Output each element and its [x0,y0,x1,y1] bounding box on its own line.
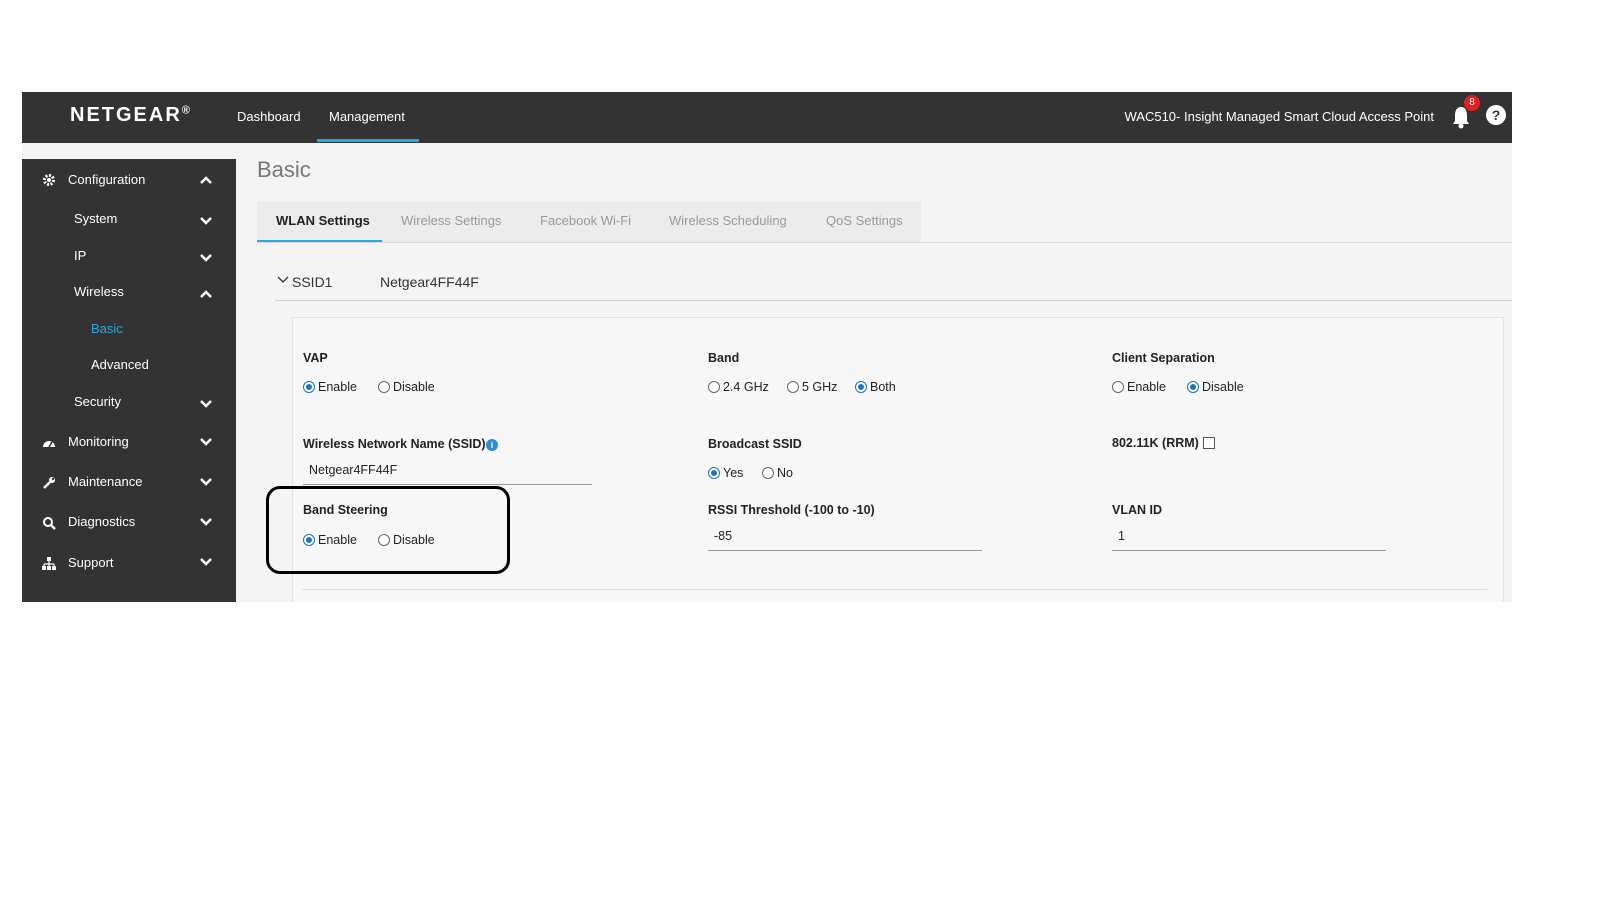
chevron-down-icon[interactable] [277,275,289,285]
dashboard-gauge-icon [43,441,55,448]
device-title: WAC510- Insight Managed Smart Cloud Acce… [1124,109,1435,124]
ssid-input[interactable]: Netgear4FF44F [303,463,592,485]
sidebar-item-advanced[interactable]: Advanced [91,357,149,372]
chevron-down-icon[interactable] [200,400,212,408]
band-steering-highlight-box [266,486,510,574]
app-frame: NETGEAR® Dashboard Management WAC510- In… [22,92,1512,602]
band-both-radio[interactable]: Both [855,380,896,394]
notification-badge: 8 [1464,95,1480,111]
sidebar-item-monitoring[interactable]: Monitoring [68,434,129,449]
nav-active-indicator [317,139,419,142]
tab-bar: WLAN Settings Wireless Settings Facebook… [257,201,921,243]
vlan-id-input[interactable]: 1 [1112,529,1386,551]
divider [275,300,1512,301]
sidebar-item-basic[interactable]: Basic [91,321,123,336]
broadcast-ssid-label: Broadcast SSID [708,437,802,451]
chevron-down-icon[interactable] [200,478,212,486]
sidebar-item-maintenance[interactable]: Maintenance [68,474,142,489]
client-separation-disable-radio[interactable]: Disable [1187,380,1244,394]
chevron-up-icon[interactable] [200,176,212,184]
sidebar-item-configuration[interactable]: Configuration [68,172,145,187]
sidebar-item-system[interactable]: System [74,211,117,226]
help-icon[interactable]: ? [1486,105,1506,125]
wrench-icon [43,477,55,489]
band-5ghz-radio[interactable]: 5 GHz [787,380,837,394]
netgear-logo[interactable]: NETGEAR® [70,104,190,127]
chevron-down-icon[interactable] [200,254,212,262]
rrm-label: 802.11K (RRM) [1112,436,1199,450]
sitemap-icon [42,557,56,570]
chevron-down-icon[interactable] [200,438,212,446]
nav-management[interactable]: Management [329,109,405,124]
band-24ghz-radio[interactable]: 2.4 GHz [708,380,769,394]
sidebar: Configuration System IP Wireless Basic A… [22,159,236,602]
tab-facebook-wifi[interactable]: Facebook Wi-Fi [540,213,631,228]
rssi-threshold-input[interactable]: -85 [708,529,982,551]
nav-dashboard[interactable]: Dashboard [237,109,301,124]
tab-wlan-settings[interactable]: WLAN Settings [276,213,370,228]
band-label: Band [708,351,740,365]
client-separation-label: Client Separation [1112,351,1215,365]
search-icon [43,517,56,530]
page-title: Basic [257,157,311,182]
rssi-threshold-label: RSSI Threshold (-100 to -10) [708,503,875,517]
ssid-section-label[interactable]: SSID1 [292,274,332,290]
chevron-up-icon[interactable] [200,290,212,298]
sidebar-item-security[interactable]: Security [74,394,121,409]
sidebar-item-wireless[interactable]: Wireless [74,284,124,299]
chevron-down-icon[interactable] [200,217,212,225]
tab-wireless-scheduling[interactable]: Wireless Scheduling [669,213,787,228]
vap-enable-radio[interactable]: Enable [303,380,357,394]
broadcast-no-radio[interactable]: No [762,466,793,480]
rrm-checkbox[interactable] [1203,437,1215,449]
broadcast-yes-radio[interactable]: Yes [708,466,743,480]
tab-wireless-settings[interactable]: Wireless Settings [401,213,501,228]
client-separation-enable-radio[interactable]: Enable [1112,380,1166,394]
chevron-down-icon[interactable] [200,558,212,566]
ssid-section-name: Netgear4FF44F [380,274,479,290]
info-icon[interactable]: i [486,439,498,451]
sidebar-item-diagnostics[interactable]: Diagnostics [68,514,135,529]
sidebar-item-support[interactable]: Support [68,555,114,570]
ssid-field-label: Wireless Network Name (SSID) [303,437,486,451]
tab-qos-settings[interactable]: QoS Settings [826,213,903,228]
vlan-id-label: VLAN ID [1112,503,1162,517]
vap-disable-radio[interactable]: Disable [378,380,435,394]
sidebar-item-ip[interactable]: IP [74,248,86,263]
vap-label: VAP [303,351,328,365]
top-bar: NETGEAR® Dashboard Management WAC510- In… [22,92,1512,143]
chevron-down-icon[interactable] [200,518,212,526]
divider [257,242,1512,243]
divider [302,589,1487,590]
gear-icon [43,174,55,186]
